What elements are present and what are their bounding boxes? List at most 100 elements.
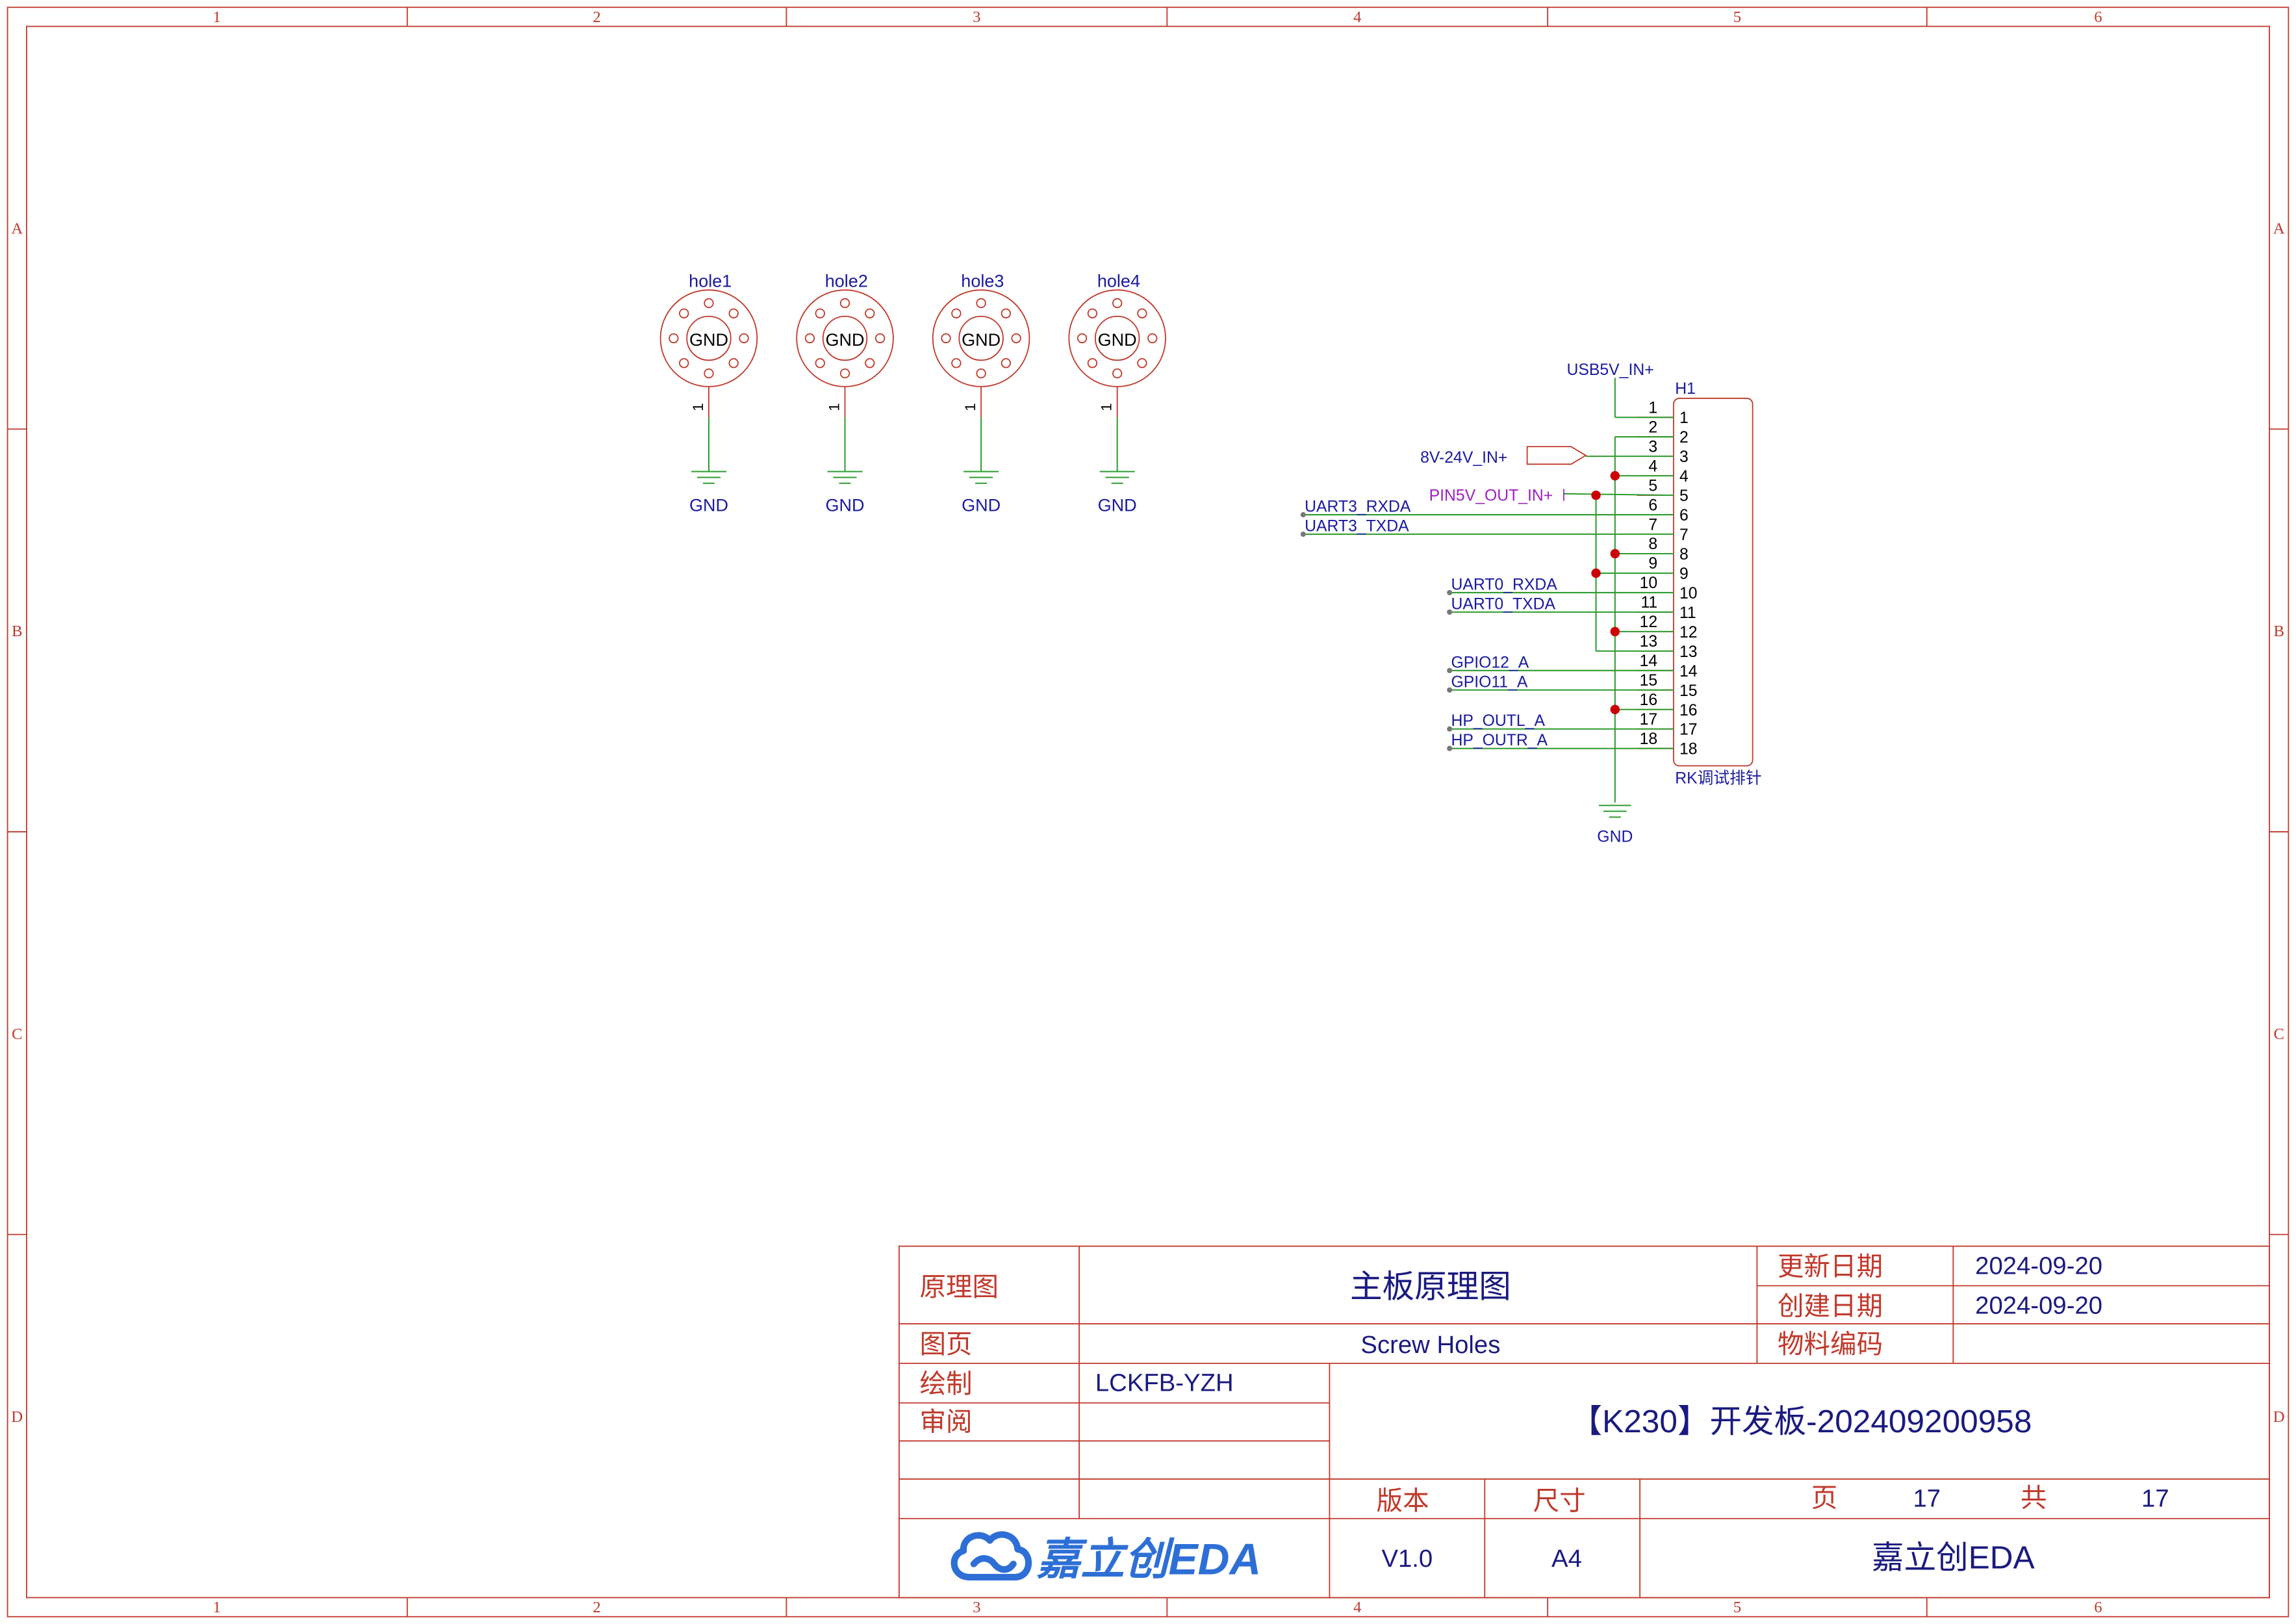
header-pin-number-outer: 12 [1640,613,1658,631]
net-label: UART0_RXDA [1451,576,1557,593]
junction-dot [1591,490,1601,500]
frame-row-label: D [2273,1408,2285,1426]
header-pin-number-inner: 16 [1679,702,1698,719]
net-label-anchor [1447,687,1453,693]
junction-dot [1610,704,1620,714]
tb-label-version: 版本 [1377,1486,1429,1515]
tb-main-title: 主板原理图 [1350,1268,1511,1304]
header-pin-number-inner: 17 [1679,721,1698,739]
net-label-anchor [1447,726,1453,732]
hole-via [704,298,714,309]
tb-label-review: 审阅 [919,1408,972,1437]
header-pin-number-outer: 4 [1648,458,1657,475]
hole-via [951,308,962,318]
gnd-label: GND [689,495,728,515]
tb-page-no: 17 [1913,1485,1941,1513]
header-pin-number-inner: 14 [1679,663,1698,680]
hole-via [865,308,875,318]
frame-column-label: 6 [2094,1599,2102,1616]
tb-label-schematic: 原理图 [919,1272,999,1302]
frame-row-label: B [2273,623,2284,640]
hole-via [1001,358,1012,368]
header-pin-number-inner: 6 [1679,507,1689,524]
tb-size: A4 [1551,1545,1582,1573]
header-pin-number-outer: 7 [1648,516,1657,534]
header-pin-number-inner: 12 [1679,624,1698,641]
hole-via [704,368,714,379]
tb-project: 【K230】开发板-202409200958 [1570,1403,2032,1439]
tb-label-page: 图页 [919,1330,972,1359]
hole-via [1112,368,1123,379]
header-pin-number-inner: 5 [1679,487,1689,505]
frame-row-label: C [12,1025,23,1043]
hole-via [679,308,689,318]
header-pin-number-outer: 17 [1640,711,1658,728]
header-pin-number-outer: 9 [1648,555,1657,573]
mounting-hole: hole3 GND 1 GND [932,272,1030,515]
header-pin-number-inner: 9 [1679,565,1689,583]
frame-row-label: A [2273,220,2285,237]
logo-text: 嘉立创EDA [1037,1535,1262,1584]
net-label-anchor [1447,745,1453,751]
mounting-hole: hole1 GND 1 GND [659,272,758,515]
net-label-anchor [1300,531,1306,537]
header-gnd-symbol [1599,805,1631,818]
hole-via [1112,298,1123,309]
hole-via [976,298,986,309]
mounting-hole: hole4 GND 1 GND [1068,272,1166,515]
hole-via [739,333,749,344]
frame-column-label: 1 [213,1599,221,1616]
header-pin-number-inner: 10 [1679,585,1698,602]
header-pin-number-outer: 8 [1648,535,1657,553]
tb-label-material: 物料编码 [1778,1330,1883,1359]
vin-port-symbol [1526,446,1587,465]
header-pin-number-inner: 11 [1679,604,1696,622]
hole-pad-label: GND [1098,330,1137,350]
hole-via [1087,358,1098,368]
hole-via [728,358,739,368]
tb-page-total: 17 [2141,1485,2169,1513]
header-pin-number-outer: 18 [1640,730,1658,748]
frame-column-label: 4 [1353,1599,1361,1616]
usb5v-net-label: USB5V_IN+ [1566,361,1653,379]
hole-pin-number: 1 [962,403,978,411]
hole-pin-number: 1 [1099,403,1115,411]
header-pin-number-inner: 15 [1679,682,1698,700]
hole-via [865,358,875,368]
net-labels: UART3_RXDA UART3_TXDA UART0_RXDA UART0_TXDA… [1300,498,1557,751]
tb-label-created: 创建日期 [1778,1292,1883,1321]
frame-column-label: 1 [213,8,221,26]
frame-column-label: 5 [1733,1599,1741,1616]
pin5v-net-label: PIN5V_OUT_IN+ [1429,487,1553,505]
header-pin-number-outer: 2 [1648,419,1657,436]
header-pin-number-inner: 7 [1679,526,1689,544]
frame-row-label: B [12,623,23,640]
hole-via [1147,333,1158,344]
net-label-anchor [1300,512,1306,518]
hole-via [1137,358,1147,368]
hole-via [1011,333,1021,344]
hole-via [976,368,986,379]
header-value: RK调试排针 [1675,769,1761,788]
header-pins: 1122334455667788991010111112121313141415… [1637,399,1698,758]
header-pin-number-inner: 2 [1679,429,1689,446]
tb-label-total-word: 共 [2021,1484,2047,1513]
header-pin-number-inner: 8 [1679,546,1689,563]
hole-ref: hole1 [689,272,732,291]
tb-version: V1.0 [1381,1545,1433,1573]
hole-via [804,333,815,344]
frame-row-label: C [2273,1025,2284,1043]
hole-via [1077,333,1088,344]
net-label-anchor [1447,667,1453,673]
schematic-sheet: 112233445566A AB BC CD D hole1GND1GNDhole2GN… [6,6,2290,1618]
frame-column-label: 6 [2094,8,2102,26]
frame-column-label: 3 [973,1599,980,1616]
header-pin-number-inner: 3 [1679,448,1689,466]
jlc-eda-logo: 嘉立创EDA [950,1531,1262,1584]
frame-column-label: 2 [593,8,600,26]
header-pin-number-outer: 6 [1648,496,1657,514]
header-pin-number-outer: 14 [1640,652,1658,670]
hole-pad-label: GND [689,330,728,350]
header-pin-number-outer: 15 [1640,672,1658,690]
gnd-label: GND [826,495,865,515]
